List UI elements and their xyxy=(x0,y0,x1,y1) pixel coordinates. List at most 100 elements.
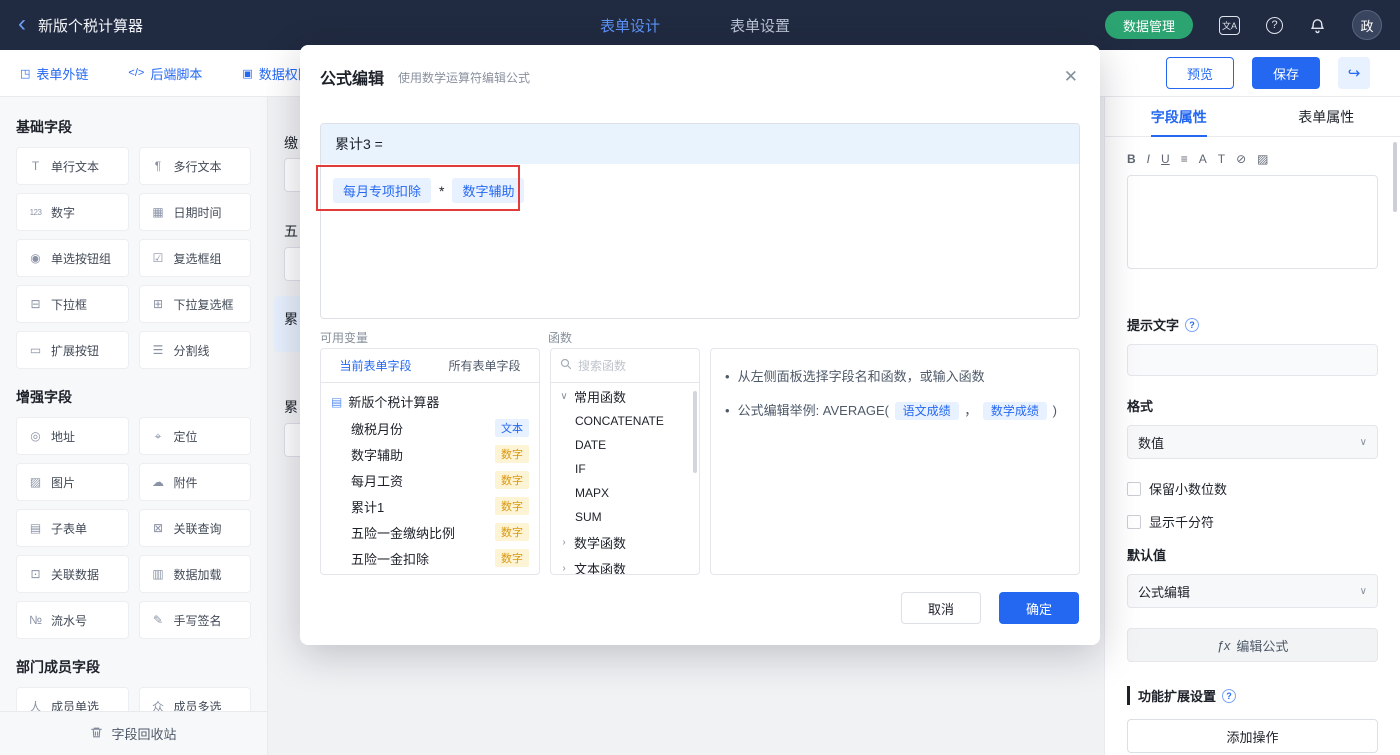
tab-form-properties[interactable]: 表单属性 xyxy=(1253,97,1400,136)
type-badge: 数字 xyxy=(495,497,529,515)
font-color-icon[interactable]: A xyxy=(1199,152,1207,166)
variable-row[interactable]: 数字辅助 数字 xyxy=(321,441,539,467)
hint-text-label: 提示文字 xyxy=(1127,318,1180,333)
edit-formula-button[interactable]: ƒx 编辑公式 xyxy=(1127,628,1378,662)
font-size-icon[interactable]: T xyxy=(1218,152,1225,166)
checkbox-icon: ☑ xyxy=(152,251,164,265)
thousand-checkbox[interactable] xyxy=(1127,514,1141,529)
sidebar-item-datetime[interactable]: ▦ 日期时间 xyxy=(138,193,251,231)
italic-icon[interactable]: I xyxy=(1147,152,1150,166)
sidebar-item-image[interactable]: ▨ 图片 xyxy=(16,463,129,501)
variable-row[interactable]: 累计1 数字 xyxy=(321,493,539,519)
bullet-icon: • xyxy=(725,403,730,418)
bold-icon[interactable]: B xyxy=(1127,152,1136,166)
header-tabs: 表单设计 表单设置 xyxy=(600,0,790,50)
variable-row[interactable]: 五险一金扣除 数字 xyxy=(321,545,539,571)
sidebar-item-multi-line-text[interactable]: ¶ 多行文本 xyxy=(138,147,251,185)
translate-icon[interactable]: 文A xyxy=(1219,15,1240,35)
hint-text-label-row: 提示文字 ? xyxy=(1127,315,1378,334)
function-item-mapx[interactable]: MAPX xyxy=(551,481,699,505)
multi-line-text-icon: ¶ xyxy=(154,159,162,173)
sidebar-item-divider[interactable]: ☰ 分割线 xyxy=(138,331,251,369)
image-icon: ▨ xyxy=(29,475,42,489)
function-search-input[interactable] xyxy=(578,358,678,373)
format-select[interactable]: 数值 ∨ xyxy=(1127,425,1378,459)
decimal-checkbox[interactable] xyxy=(1127,481,1141,496)
sidebar-item-dropdown[interactable]: ⊟ 下拉框 xyxy=(16,285,129,323)
sidebar-item-data-load[interactable]: ▥ 数据加载 xyxy=(138,555,251,593)
backend-script-button[interactable]: </> 后端脚本 xyxy=(128,64,202,83)
sidebar-item-subform[interactable]: ▤ 子表单 xyxy=(16,509,129,547)
variable-row[interactable]: 五险一金缴纳比例 数字 xyxy=(321,519,539,545)
tab-current-form-fields[interactable]: 当前表单字段 xyxy=(321,349,430,382)
properties-body: B I U ≡ A T ⊘ ▨ 提示文字 ? 格式 数值 ∨ 保留小数位数 显示… xyxy=(1105,137,1400,753)
sidebar-item-location[interactable]: ⌖ 定位 xyxy=(138,417,251,455)
sidebar-item-serial-number[interactable]: № 流水号 xyxy=(16,601,129,639)
description-editor[interactable] xyxy=(1127,175,1378,269)
sidebar-item-dropdown-multi[interactable]: ⊞ 下拉复选框 xyxy=(138,285,251,323)
function-item-concatenate[interactable]: CONCATENATE xyxy=(551,409,699,433)
function-item-if[interactable]: IF xyxy=(551,457,699,481)
formula-field-tag-2[interactable]: 数字辅助 xyxy=(452,178,525,203)
cancel-button[interactable]: 取消 xyxy=(901,592,981,624)
function-item-sum[interactable]: SUM xyxy=(551,505,699,529)
formula-field-tag-1[interactable]: 每月专项扣除 xyxy=(333,178,432,203)
hint-help-icon[interactable]: ? xyxy=(1185,317,1200,332)
sidebar-item-signature[interactable]: ✎ 手写签名 xyxy=(138,601,251,639)
formula-operator[interactable]: * xyxy=(439,183,444,199)
unlink-icon[interactable]: ⊘ xyxy=(1236,152,1246,166)
formula-input-area[interactable]: 每月专项扣除 * 数字辅助 xyxy=(321,164,1079,217)
divider-icon: ☰ xyxy=(152,343,164,357)
help-icon[interactable]: ? xyxy=(1266,16,1283,34)
variable-row[interactable]: 每月工资 数字 xyxy=(321,467,539,493)
tab-all-form-fields[interactable]: 所有表单字段 xyxy=(430,349,539,382)
panel-scrollbar[interactable] xyxy=(1393,142,1397,212)
thousand-checkbox-row[interactable]: 显示千分符 xyxy=(1127,512,1378,531)
form-external-link-button[interactable]: ◳ 表单外链 xyxy=(20,64,88,83)
section-title-basic-fields: 基础字段 xyxy=(16,119,72,135)
notification-bell-icon[interactable] xyxy=(1309,17,1326,34)
extension-settings-label: 功能扩展设置 xyxy=(1138,689,1217,704)
sidebar-item-extend-button[interactable]: ▭ 扩展按钮 xyxy=(16,331,129,369)
add-action-button[interactable]: 添加操作 xyxy=(1127,719,1378,753)
data-manage-button[interactable]: 数据管理 xyxy=(1104,11,1193,39)
chevron-down-icon: ∨ xyxy=(560,390,568,402)
function-search[interactable] xyxy=(551,349,699,383)
tab-form-design[interactable]: 表单设计 xyxy=(600,15,660,36)
function-item-date[interactable]: DATE xyxy=(551,433,699,457)
functions-scrollbar[interactable] xyxy=(693,391,697,473)
default-value-select[interactable]: 公式编辑 ∨ xyxy=(1127,574,1378,608)
sidebar-item-single-line-text[interactable]: T 单行文本 xyxy=(16,147,129,185)
field-recycle-bin[interactable]: 字段回收站 xyxy=(0,711,267,755)
underline-icon[interactable]: U xyxy=(1161,152,1170,166)
function-group-text[interactable]: › 文本函数 xyxy=(551,555,699,575)
tab-field-properties[interactable]: 字段属性 xyxy=(1105,97,1253,136)
hint-text-input[interactable] xyxy=(1127,344,1378,376)
save-button[interactable]: 保存 xyxy=(1252,57,1320,89)
sidebar-item-radio-group[interactable]: ◉ 单选按钮组 xyxy=(16,239,129,277)
sidebar-item-linked-query[interactable]: ⊠ 关联查询 xyxy=(138,509,251,547)
user-avatar[interactable]: 政 xyxy=(1352,10,1382,40)
close-icon[interactable]: ✕ xyxy=(1064,67,1078,87)
sidebar-item-number[interactable]: 123 数字 xyxy=(16,193,129,231)
sidebar-item-attachment[interactable]: ☁ 附件 xyxy=(138,463,251,501)
sidebar-item-address[interactable]: ◎ 地址 xyxy=(16,417,129,455)
permission-icon: ▣ xyxy=(242,67,253,80)
sidebar-item-checkbox-group[interactable]: ☑ 复选框组 xyxy=(138,239,251,277)
function-group-math[interactable]: › 数学函数 xyxy=(551,529,699,555)
function-group-common[interactable]: ∨ 常用函数 xyxy=(551,383,699,409)
share-button[interactable]: ↪ xyxy=(1338,57,1370,89)
tab-form-settings[interactable]: 表单设置 xyxy=(730,15,790,36)
align-icon[interactable]: ≡ xyxy=(1181,152,1188,166)
variable-row[interactable]: 缴税月份 文本 xyxy=(321,415,539,441)
decimal-checkbox-row[interactable]: 保留小数位数 xyxy=(1127,479,1378,498)
preview-button[interactable]: 预览 xyxy=(1166,57,1234,89)
variables-tree-root[interactable]: ▤ 新版个税计算器 xyxy=(321,383,539,415)
section-title-enhanced-fields: 增强字段 xyxy=(16,389,72,405)
back-icon[interactable]: ‹ xyxy=(18,11,26,36)
confirm-button[interactable]: 确定 xyxy=(999,592,1079,624)
properties-tabs: 字段属性 表单属性 xyxy=(1105,97,1400,137)
insert-image-icon[interactable]: ▨ xyxy=(1257,152,1268,166)
extension-help-icon[interactable]: ? xyxy=(1222,688,1237,703)
sidebar-item-linked-data[interactable]: ⊡ 关联数据 xyxy=(16,555,129,593)
